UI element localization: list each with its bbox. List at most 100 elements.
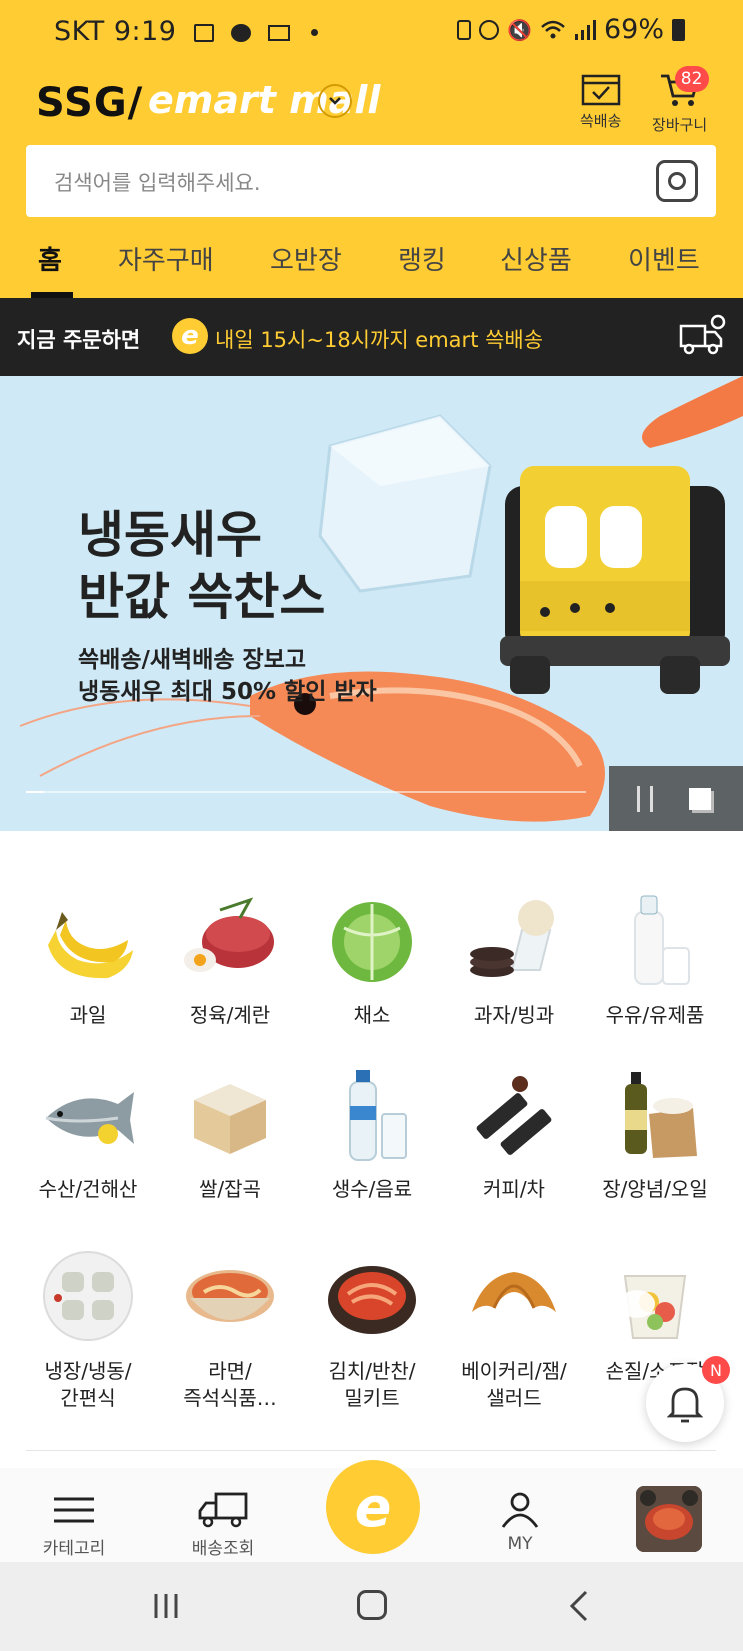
category-label: 수산/건해산 — [38, 1177, 138, 1201]
steak-egg-icon — [180, 890, 280, 990]
mail-icon — [267, 24, 290, 41]
status-carrier-time: SKT 9:19 — [54, 16, 318, 47]
category-label: 정육/계란 — [189, 1003, 271, 1027]
promo-title: 냉동새우 반값 쓱찬스 — [78, 504, 325, 628]
promo-sub-line2: 냉동새우 최대 50% 할인 받자 — [78, 679, 377, 705]
banner-progress — [26, 791, 586, 793]
nav-tracking-label: 배송조회 — [191, 1539, 255, 1559]
category-label: 과일 — [69, 1003, 107, 1027]
section-divider — [26, 1450, 716, 1451]
category-water[interactable]: 생수/음료 — [301, 1064, 443, 1203]
category-label: 장/양념/오일 — [602, 1177, 708, 1201]
banner-controls — [609, 766, 743, 831]
status-right: 🔇 69% — [457, 14, 685, 45]
oil-bottle-icon — [605, 1064, 705, 1164]
ssg-logo[interactable]: SSG/ — [36, 80, 143, 126]
ssg-delivery-button[interactable]: 쓱배송 — [580, 72, 621, 131]
tab-frequent[interactable]: 자주구매 — [118, 240, 214, 277]
category-ramen[interactable]: 라면/ 즉석식품… — [159, 1246, 301, 1412]
dot-icon — [310, 29, 318, 36]
gallery-icon — [193, 23, 214, 42]
search-placeholder: 검색어를 입력해주세요. — [54, 171, 261, 195]
chat-icon — [230, 23, 251, 42]
nav-tracking[interactable]: 배송조회 — [168, 1488, 278, 1559]
category-vegetable[interactable]: 채소 — [301, 890, 443, 1029]
home-icon[interactable] — [357, 1590, 387, 1620]
logo-row: SSG/ emart mall 쓱배송 82 장바구니 — [0, 66, 743, 144]
tab-new[interactable]: 신상품 — [500, 240, 572, 277]
category-label: 김치/반찬/ 밀키트 — [328, 1359, 416, 1410]
category-label: 우유/유제품 — [605, 1003, 705, 1027]
clock: 9:19 — [113, 16, 177, 47]
delivery-info-bar[interactable]: 지금 주문하면 e 내일 15시~18시까지 emart 쓱배송 — [0, 298, 743, 376]
emart-e-icon: e — [172, 318, 208, 354]
category-sauce-oil[interactable]: 장/양념/오일 — [584, 1064, 726, 1203]
coffee-stick-icon — [464, 1064, 564, 1164]
notification-badge: N — [702, 1356, 730, 1384]
emart-home-button[interactable]: e — [326, 1460, 420, 1554]
wifi-icon — [541, 20, 565, 38]
category-bakery[interactable]: 베이커리/잼/ 샐러드 — [443, 1246, 585, 1412]
notification-button[interactable]: N — [646, 1356, 730, 1442]
tab-ranking[interactable]: 랭킹 — [398, 240, 446, 277]
tab-home[interactable]: 홈 — [38, 240, 62, 277]
cookie-icecream-icon — [464, 890, 564, 990]
category-label: 커피/차 — [483, 1177, 545, 1201]
mall-switch-chevron-icon[interactable] — [318, 84, 352, 118]
category-label: 과자/빙과 — [473, 1003, 555, 1027]
category-rice[interactable]: 쌀/잡곡 — [159, 1064, 301, 1203]
category-coffee[interactable]: 커피/차 — [443, 1064, 585, 1203]
search-bar[interactable]: 검색어를 입력해주세요. — [26, 145, 716, 217]
view-all-icon[interactable] — [689, 788, 711, 810]
category-meat-egg[interactable]: 정육/계란 — [159, 890, 301, 1029]
category-label: 쌀/잡곡 — [199, 1177, 261, 1201]
battery-percent: 69% — [603, 14, 664, 45]
promo-title-line1: 냉동새우 — [78, 506, 262, 564]
nav-my-label: MY — [507, 1534, 533, 1554]
tab-obanjang[interactable]: 오반장 — [270, 240, 342, 277]
camera-search-icon[interactable] — [656, 160, 698, 202]
delivery-lead: 지금 주문하면 — [17, 328, 141, 352]
category-label: 라면/ 즉석식품… — [183, 1359, 277, 1410]
back-icon[interactable] — [568, 1590, 590, 1626]
truck-icon — [168, 1488, 278, 1532]
category-frozen[interactable]: 냉장/냉동/ 간편식 — [17, 1246, 159, 1412]
banana-icon — [38, 890, 138, 990]
nav-category[interactable]: 카테고리 — [19, 1488, 129, 1559]
status-bar: SKT 9:19 🔇 69% — [0, 0, 743, 68]
delivery-settings-icon[interactable] — [677, 312, 729, 358]
promo-banner[interactable]: 냉동새우 반값 쓱찬스 쓱배송/새벽배송 장보고 냉동새우 최대 50% 할인 … — [0, 376, 743, 831]
ramen-icon — [180, 1246, 280, 1346]
signal-icon — [574, 19, 596, 40]
category-kimchi[interactable]: 김치/반찬/ 밀키트 — [301, 1246, 443, 1412]
nav-my[interactable]: MY — [465, 1488, 575, 1554]
category-label: 냉장/냉동/ 간편식 — [44, 1359, 132, 1410]
alarm-icon — [479, 19, 500, 40]
cabbage-icon — [322, 890, 422, 990]
croissant-icon — [464, 1246, 564, 1346]
bell-icon — [667, 1387, 703, 1423]
dumpling-icon — [38, 1246, 138, 1346]
fruit-cup-icon — [605, 1246, 705, 1346]
cart-button[interactable]: 82 장바구니 — [652, 66, 709, 135]
recent-product-thumbnail[interactable] — [636, 1486, 702, 1552]
main-tabs: 홈 자주구매 오반장 랭킹 신상품 이벤트 — [0, 230, 743, 298]
tab-events[interactable]: 이벤트 — [628, 240, 700, 277]
category-snack[interactable]: 과자/빙과 — [443, 890, 585, 1029]
pause-icon[interactable] — [637, 786, 653, 812]
promo-title-line2: 반값 쓱찬스 — [78, 568, 326, 626]
mute-icon: 🔇 — [507, 17, 532, 42]
nav-category-label: 카테고리 — [42, 1539, 106, 1559]
cart-label: 장바구니 — [652, 116, 708, 134]
category-label: 생수/음료 — [331, 1177, 413, 1201]
ssg-delivery-label: 쓱배송 — [580, 112, 622, 130]
battery-saver-icon — [457, 19, 472, 40]
category-label: 채소 — [353, 1003, 391, 1027]
recent-apps-icon[interactable] — [152, 1592, 180, 1624]
promo-subtitle: 쓱배송/새벽배송 장보고 냉동새우 최대 50% 할인 받자 — [78, 644, 377, 708]
category-seafood[interactable]: 수산/건해산 — [17, 1064, 159, 1203]
category-dairy[interactable]: 우유/유제품 — [584, 890, 726, 1029]
milk-icon — [605, 890, 705, 990]
category-fruit[interactable]: 과일 — [17, 890, 159, 1029]
kimchi-icon — [322, 1246, 422, 1346]
